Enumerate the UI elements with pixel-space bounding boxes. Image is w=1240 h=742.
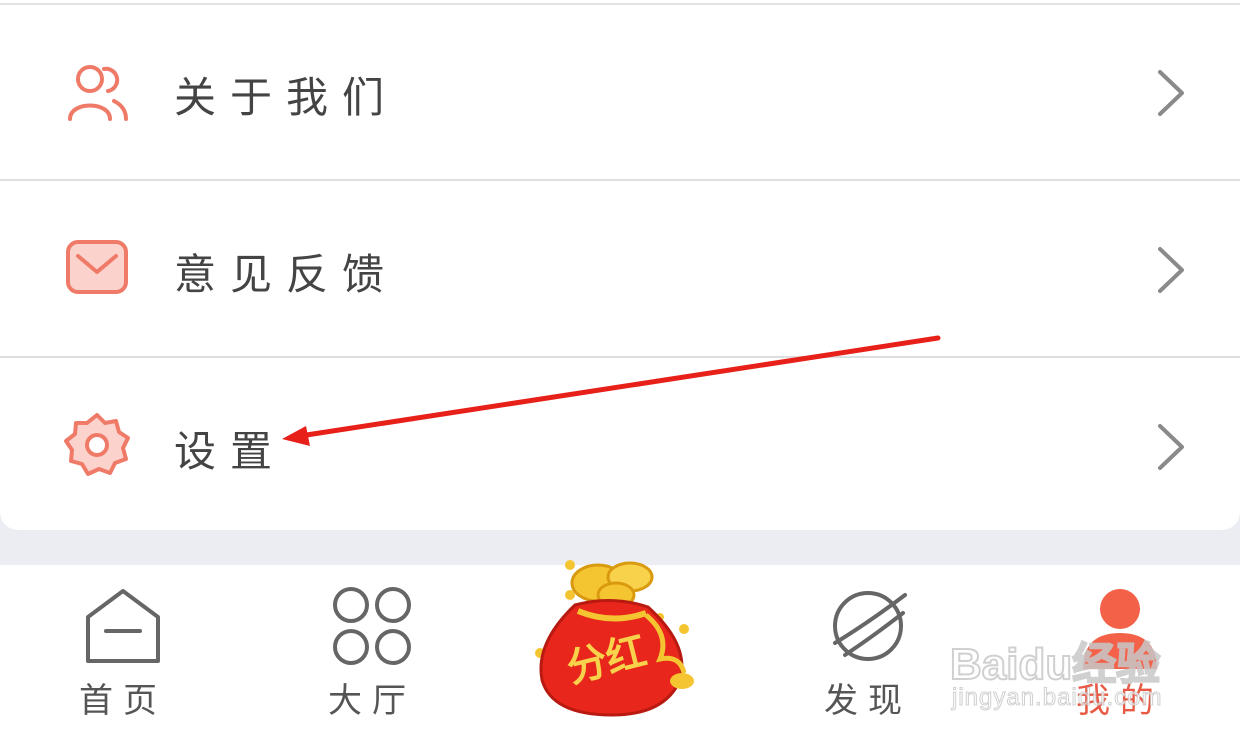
- tab-label: 发现: [824, 681, 912, 721]
- tab-dividend[interactable]: 分红: [510, 560, 710, 742]
- tab-home[interactable]: 首页: [23, 565, 223, 742]
- tab-label: 首页: [79, 681, 167, 721]
- red-packet-bag-icon: 分红: [535, 560, 694, 717]
- home-icon: [86, 589, 160, 663]
- tab-label: 我的: [1076, 681, 1164, 721]
- menu-item-settings[interactable]: 设置: [0, 358, 1240, 534]
- menu-item-label: 意见反馈: [174, 250, 399, 299]
- gear-icon: [64, 413, 130, 476]
- tab-discover[interactable]: 发现: [768, 565, 968, 742]
- chevron-right-icon: [1158, 70, 1184, 116]
- users-icon: [68, 65, 128, 121]
- mail-icon: [66, 240, 128, 294]
- chevron-right-icon: [1158, 424, 1184, 470]
- chevron-right-icon: [1158, 247, 1184, 293]
- planet-icon: [833, 591, 907, 661]
- tab-label: 大厅: [328, 681, 416, 721]
- grid-icon: [333, 587, 411, 665]
- tab-hall[interactable]: 大厅: [272, 565, 472, 742]
- menu-item-about-us[interactable]: 关于我们: [0, 4, 1240, 180]
- person-icon: [1083, 589, 1157, 669]
- settings-menu-card: 关于我们 意见反馈 设置: [0, 0, 1240, 530]
- bottom-tab-bar: 首页 大厅 分红 发现 我的: [0, 560, 1240, 742]
- tab-me[interactable]: 我的: [1020, 565, 1220, 742]
- menu-item-label: 关于我们: [174, 73, 399, 122]
- menu-item-label: 设置: [174, 427, 287, 476]
- menu-item-feedback[interactable]: 意见反馈: [0, 181, 1240, 357]
